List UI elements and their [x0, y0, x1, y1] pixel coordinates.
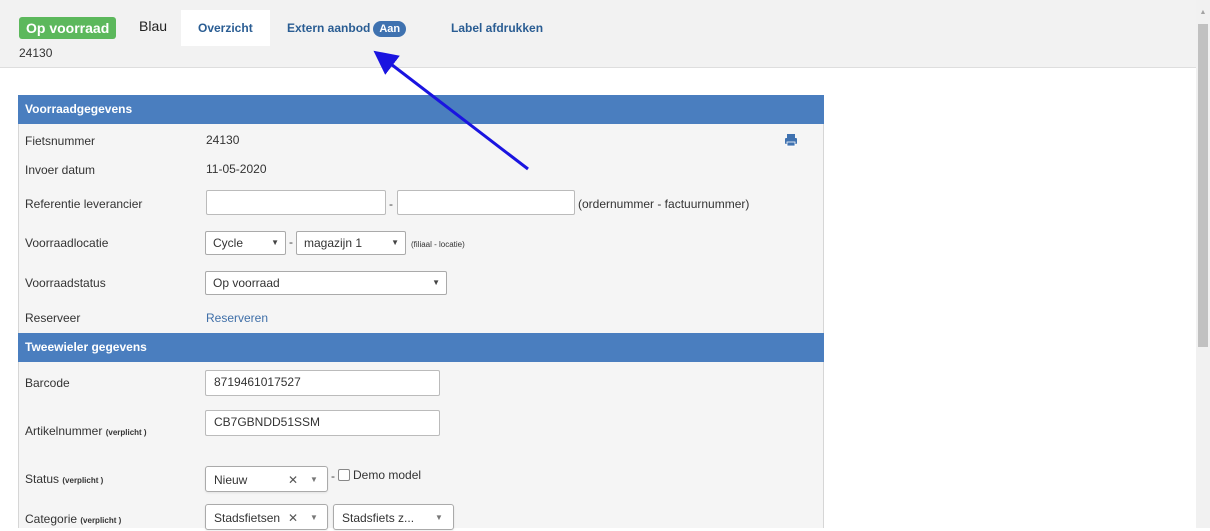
chevron-down-icon: ▼: [271, 238, 279, 247]
branch-select[interactable]: Cycle ▼: [205, 231, 286, 255]
stock-status-badge: Op voorraad: [19, 17, 117, 39]
vertical-scrollbar[interactable]: ▲: [1196, 0, 1210, 528]
tab-external-offer-label: Extern aanbod: [287, 21, 371, 35]
status-separator: -: [331, 469, 335, 483]
categorie-label-text: Categorie: [25, 512, 78, 526]
external-offer-badge: Aan: [373, 21, 407, 37]
tab-print-label[interactable]: Label afdrukken: [434, 10, 560, 46]
barcode-input-value: 8719461017527: [214, 375, 301, 389]
referentie-separator: -: [389, 197, 393, 211]
artikelnummer-label-text: Artikelnummer: [25, 424, 103, 438]
article-number-input-value: CB7GBNDD51SSM: [214, 415, 321, 429]
printer-icon[interactable]: [784, 133, 798, 147]
reserveer-label: Reserveer: [25, 311, 81, 325]
close-icon[interactable]: ✕: [288, 467, 298, 493]
location-select-value: magazijn 1: [304, 236, 363, 250]
tab-overview[interactable]: Overzicht: [181, 10, 270, 46]
stock-status-select[interactable]: Op voorraad ▼: [205, 271, 447, 295]
reserve-link[interactable]: Reserveren: [206, 311, 268, 325]
chevron-down-icon: ▼: [391, 238, 399, 247]
scroll-thumb[interactable]: [1198, 24, 1208, 347]
stock-status-select-value: Op voorraad: [213, 276, 280, 290]
voorraadstatus-label: Voorraadstatus: [25, 276, 106, 290]
scroll-up-icon[interactable]: ▲: [1196, 6, 1210, 20]
tab-overview-label: Overzicht: [198, 21, 253, 35]
stock-section-header: Voorraadgegevens: [18, 95, 824, 124]
condition-select[interactable]: Nieuw ✕ ▼: [205, 466, 328, 492]
order-number-input[interactable]: [206, 190, 386, 215]
demo-model-checkbox[interactable]: [338, 469, 350, 481]
form-panel: [18, 95, 824, 528]
status-label-text: Status: [25, 472, 60, 486]
voorraadlocatie-label: Voorraadlocatie: [25, 236, 109, 250]
demo-model-label: Demo model: [353, 468, 422, 482]
condition-select-value: Nieuw: [214, 473, 248, 487]
chevron-down-icon: ▼: [435, 513, 443, 522]
bike-color: Blau: [139, 18, 168, 34]
page-header: [0, 0, 1196, 68]
subcategory-select[interactable]: Stadsfiets z... ▼: [333, 504, 454, 530]
chevron-down-icon: ▼: [432, 278, 440, 287]
locatie-separator: -: [289, 235, 293, 249]
bike-section-header: Tweewieler gegevens: [18, 333, 824, 362]
status-label: Status (verplicht ): [25, 472, 103, 486]
bike-number: 24130: [19, 46, 53, 60]
article-number-input[interactable]: CB7GBNDD51SSM: [205, 410, 440, 436]
locatie-hint: (filiaal - locatie): [411, 240, 465, 249]
invoer-datum-label: Invoer datum: [25, 163, 96, 177]
artikelnummer-label: Artikelnummer (verplicht ): [25, 424, 147, 438]
required-marker: (verplicht ): [62, 476, 104, 485]
barcode-input[interactable]: 8719461017527: [205, 370, 440, 396]
invoer-datum-value: 11-05-2020: [206, 162, 267, 176]
chevron-down-icon: ▼: [310, 513, 318, 522]
referentie-label: Referentie leverancier: [25, 197, 143, 211]
tab-print-label-text: Label afdrukken: [451, 21, 544, 35]
tab-external-offer[interactable]: Extern aanbod Aan: [270, 10, 423, 46]
location-select[interactable]: magazijn 1 ▼: [296, 231, 406, 255]
required-marker: (verplicht ): [105, 428, 147, 437]
invoice-number-input[interactable]: [397, 190, 575, 215]
referentie-hint: (ordernummer - factuurnummer): [578, 197, 750, 211]
category-select-value: Stadsfietsen: [214, 511, 281, 525]
branch-select-value: Cycle: [213, 236, 244, 250]
close-icon[interactable]: ✕: [288, 505, 298, 531]
fietsnummer-label: Fietsnummer: [25, 134, 96, 148]
chevron-down-icon: ▼: [310, 475, 318, 484]
subcategory-select-value: Stadsfiets z...: [342, 511, 415, 525]
category-select[interactable]: Stadsfietsen ✕ ▼: [205, 504, 328, 530]
required-marker: (verplicht ): [80, 516, 122, 525]
barcode-label: Barcode: [25, 376, 70, 390]
fietsnummer-value: 24130: [206, 133, 240, 147]
categorie-label: Categorie (verplicht ): [25, 512, 121, 526]
